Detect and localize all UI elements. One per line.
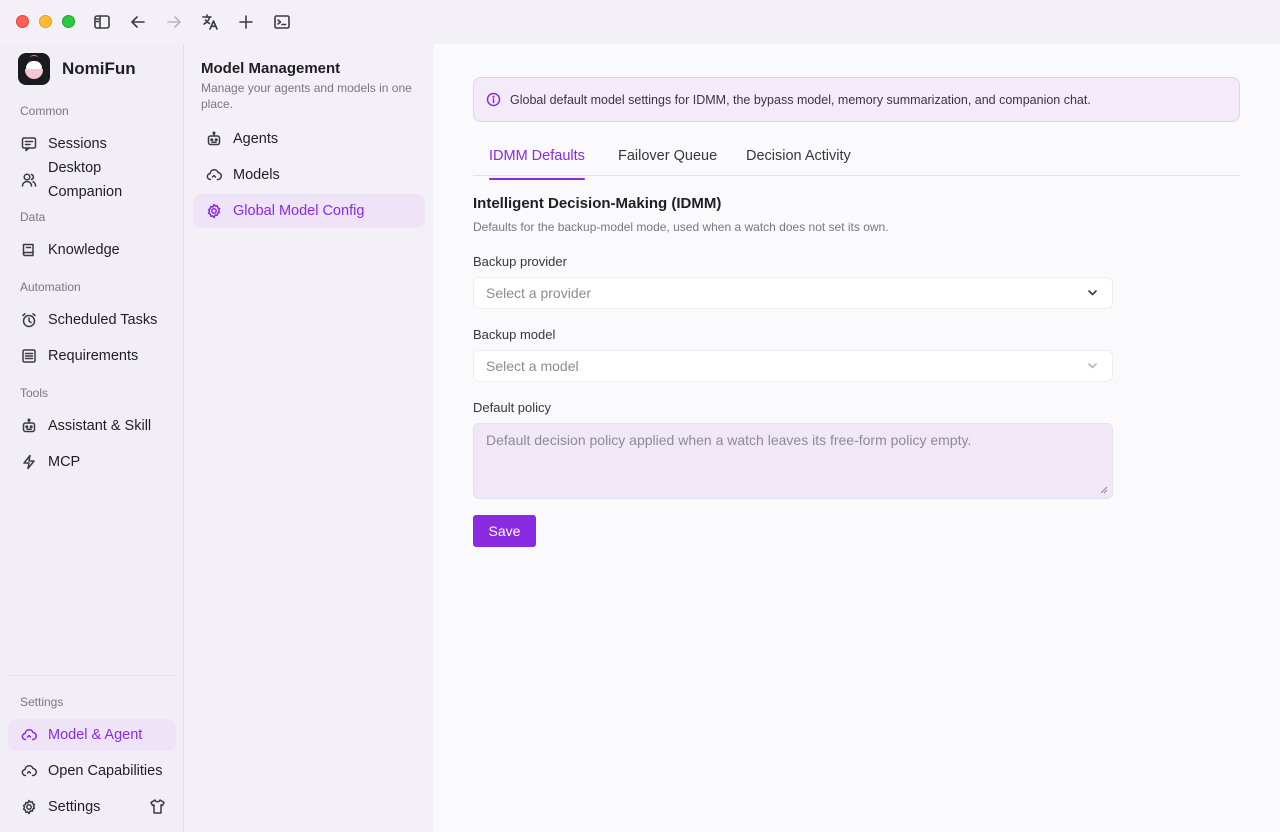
- info-icon: [486, 92, 502, 108]
- sidebar-toggle-icon[interactable]: [92, 12, 112, 32]
- panel-item-label: Models: [233, 167, 280, 183]
- default-policy-label: Default policy: [473, 400, 552, 415]
- main-content: Global default model settings for IDMM, …: [433, 44, 1280, 832]
- back-arrow-icon[interactable]: [128, 12, 148, 32]
- cloud-sync-icon: [20, 762, 38, 780]
- gear-icon: [205, 202, 223, 220]
- tshirt-icon[interactable]: [149, 798, 167, 816]
- section-label-data: Data: [20, 210, 46, 224]
- info-banner: Global default model settings for IDMM, …: [473, 77, 1240, 122]
- panel-subtitle: Manage your agents and models in one pla…: [201, 81, 412, 111]
- sidebar-item-label: Sessions: [48, 136, 107, 152]
- chevron-down-icon: [1086, 286, 1100, 300]
- app-logo-icon: [18, 53, 50, 85]
- sidebar-item-label: Model & Agent: [48, 727, 143, 743]
- panel-item-label: Agents: [233, 131, 279, 147]
- backup-model-label: Backup model: [473, 327, 556, 342]
- sidebar-item-model-agent[interactable]: Model & Agent: [8, 719, 176, 751]
- info-banner-text: Global default model settings for IDMM, …: [510, 92, 1091, 107]
- section-label-tools: Tools: [20, 386, 49, 400]
- section-title: Intelligent Decision-Making (IDMM): [473, 195, 722, 212]
- backup-provider-label: Backup provider: [473, 254, 567, 269]
- users-icon: [20, 171, 38, 189]
- new-tab-plus-icon[interactable]: [236, 12, 256, 32]
- sidebar-divider: [8, 675, 176, 676]
- list-icon: [20, 347, 38, 365]
- lightning-icon: [20, 453, 38, 471]
- chevron-down-icon: [1086, 359, 1100, 373]
- brand: NomiFun: [18, 52, 136, 86]
- default-policy-placeholder: Default decision policy applied when a w…: [486, 432, 972, 448]
- terminal-icon[interactable]: [272, 12, 292, 32]
- model-management-panel: Model Management Manage your agents and …: [185, 44, 433, 832]
- app-window: NomiFun Common Sessions Desktop Companio…: [0, 0, 1280, 832]
- sidebar-item-open-capabilities[interactable]: Open Capabilities: [8, 755, 176, 787]
- cloud-sync-icon: [20, 726, 38, 744]
- sidebar-item-label: MCP: [48, 454, 81, 470]
- close-window-button[interactable]: [16, 15, 29, 28]
- sidebar-item-desktop-companion[interactable]: Desktop Companion: [8, 156, 176, 204]
- title-bar: [0, 0, 1280, 44]
- section-label-common: Common: [20, 104, 69, 118]
- alarm-clock-icon: [20, 311, 38, 329]
- translate-icon[interactable]: [200, 12, 220, 32]
- panel-item-agents[interactable]: Agents: [193, 122, 425, 156]
- sidebar-item-requirements[interactable]: Requirements: [8, 340, 176, 372]
- sidebar-item-label: Desktop Companion: [48, 160, 123, 200]
- sidebar-item-knowledge[interactable]: Knowledge: [8, 234, 176, 266]
- panel-item-models[interactable]: Models: [193, 158, 425, 192]
- sidebar-item-label: Scheduled Tasks: [48, 312, 158, 328]
- tab-idmm-defaults[interactable]: IDMM Defaults: [489, 148, 585, 180]
- save-button[interactable]: Save: [473, 515, 536, 547]
- tab-bar: IDMM Defaults Failover Queue Decision Ac…: [473, 140, 1240, 180]
- chat-icon: [20, 135, 38, 153]
- section-label-automation: Automation: [20, 280, 81, 294]
- sidebar: NomiFun Common Sessions Desktop Companio…: [0, 44, 184, 832]
- section-description: Defaults for the backup-model mode, used…: [473, 220, 889, 234]
- minimize-window-button[interactable]: [39, 15, 52, 28]
- tab-decision-activity[interactable]: Decision Activity: [746, 148, 851, 176]
- maximize-window-button[interactable]: [62, 15, 75, 28]
- section-label-settings: Settings: [20, 695, 64, 709]
- sidebar-item-label: Requirements: [48, 348, 139, 364]
- sidebar-item-mcp[interactable]: MCP: [8, 446, 176, 478]
- book-icon: [20, 241, 38, 259]
- sidebar-item-label: Open Capabilities: [48, 763, 163, 779]
- robot-icon: [205, 130, 223, 148]
- resize-handle-icon[interactable]: [1100, 486, 1108, 494]
- backup-model-select[interactable]: Select a model: [473, 350, 1113, 382]
- panel-item-global-model-config[interactable]: Global Model Config: [193, 194, 425, 228]
- sidebar-item-assistant-skill[interactable]: Assistant & Skill: [8, 410, 176, 442]
- tab-failover-queue[interactable]: Failover Queue: [618, 148, 717, 176]
- sidebar-item-label: Knowledge: [48, 242, 120, 258]
- panel-item-label: Global Model Config: [233, 203, 365, 219]
- sidebar-item-scheduled-tasks[interactable]: Scheduled Tasks: [8, 304, 176, 336]
- robot-icon: [20, 417, 38, 435]
- backup-provider-placeholder: Select a provider: [486, 285, 592, 301]
- sidebar-item-label: Settings: [48, 799, 101, 815]
- forward-arrow-icon[interactable]: [164, 12, 184, 32]
- cloud-sync-icon: [205, 166, 223, 184]
- app-name: NomiFun: [62, 59, 136, 78]
- backup-provider-select[interactable]: Select a provider: [473, 277, 1113, 309]
- sidebar-item-label: Assistant & Skill: [48, 418, 152, 434]
- panel-title: Model Management: [201, 60, 341, 77]
- backup-model-placeholder: Select a model: [486, 358, 579, 374]
- sidebar-item-settings[interactable]: Settings: [8, 791, 138, 823]
- default-policy-textarea[interactable]: Default decision policy applied when a w…: [473, 423, 1113, 499]
- gear-icon: [20, 798, 38, 816]
